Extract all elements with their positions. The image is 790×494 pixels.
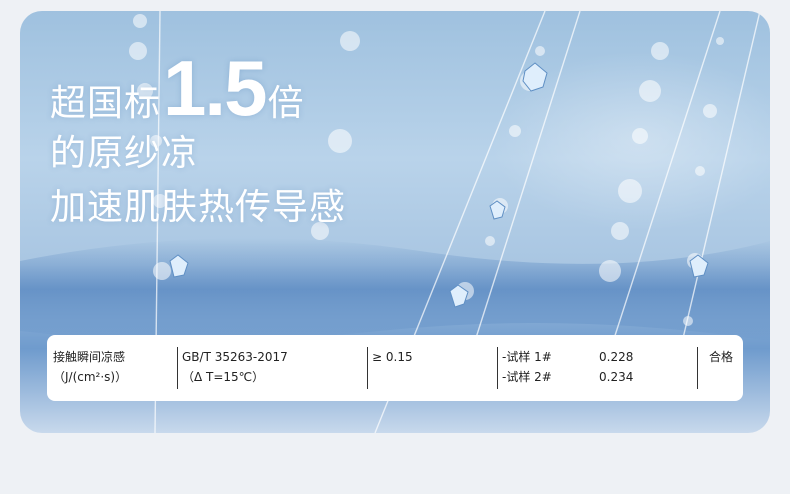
sample-values-cell: 0.228 0.234 [599,347,633,387]
result-value: 合格 [709,350,734,364]
sample-label: -试样 1# [502,350,552,364]
standard-cell: GB/T 35263-2017 （Δ T=15℃） [182,347,288,387]
headline-line-3: 加速肌肤热传导感 [50,187,347,228]
item-cell: 接触瞬间凉感 （J/(cm²·s)） [53,347,127,387]
headline-number: 1.5 [163,44,267,132]
test-condition: （Δ T=15℃） [182,370,265,384]
sample-value: 0.234 [599,370,634,384]
headline-line-1: 超国标 1.5 倍 [50,49,346,127]
column-divider [177,347,178,389]
hero-card: 超国标 1.5 倍 的原纱凉 加速肌肤热传导感 接触瞬间凉感 （J/(cm²·s… [20,11,770,433]
standard-code: GB/T 35263-2017 [182,350,288,364]
sample-value: 0.228 [599,350,634,364]
column-divider [497,347,498,389]
headline-suffix: 倍 [267,83,305,124]
column-divider [367,347,368,389]
item-unit: （J/(cm²·s)） [53,370,128,384]
item-name: 接触瞬间凉感 [53,350,126,364]
requirement-value: ≥ 0.15 [372,350,413,364]
result-cell: 合格 [709,347,733,367]
sample-labels-cell: -试样 1# -试样 2# [502,347,552,387]
headline: 超国标 1.5 倍 的原纱凉 加速肌肤热传导感 [50,49,346,235]
column-divider [697,347,698,389]
spec-table: 接触瞬间凉感 （J/(cm²·s)） GB/T 35263-2017 （Δ T=… [47,335,743,401]
requirement-cell: ≥ 0.15 [372,347,413,367]
sample-label: -试样 2# [502,370,552,384]
headline-line-2: 的原纱凉 [50,133,199,174]
headline-prefix: 超国标 [50,83,162,124]
